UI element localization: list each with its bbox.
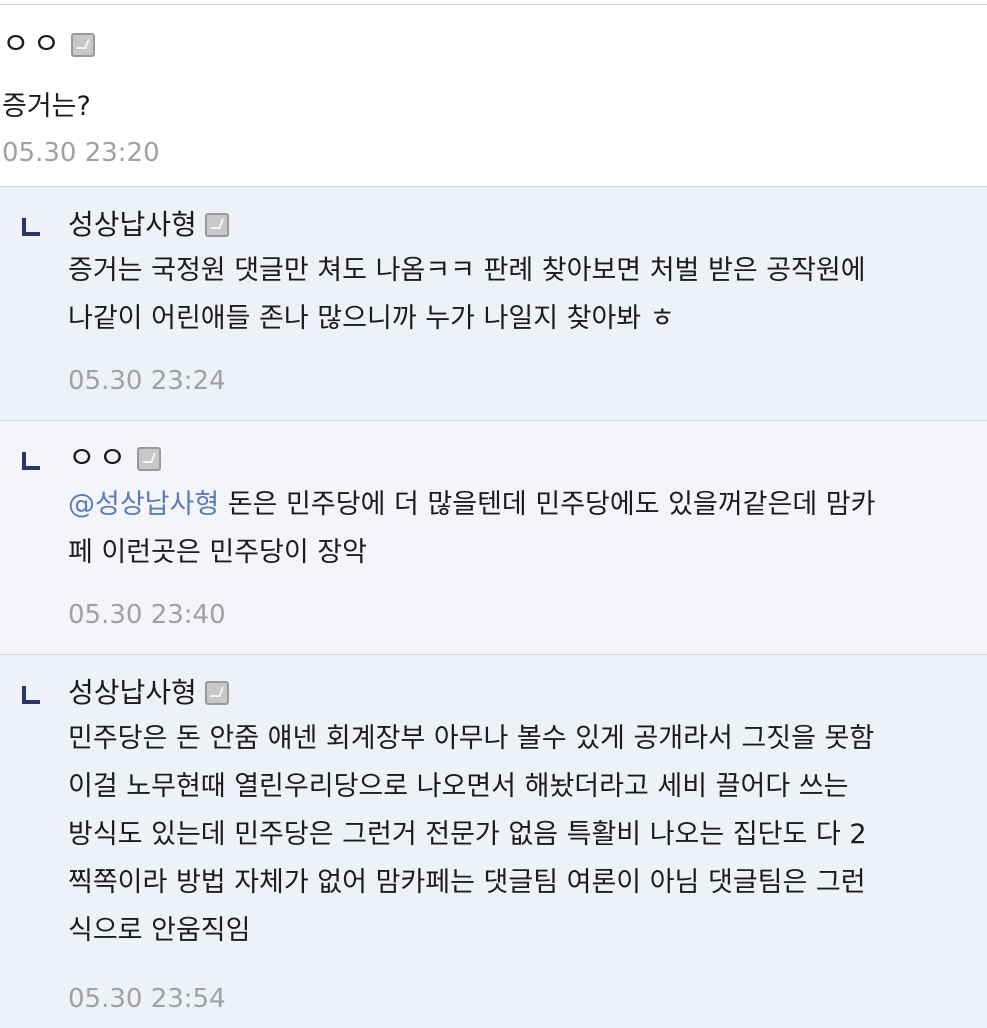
member-badge-icon <box>71 33 96 57</box>
reply-text: @성상납사형 돈은 민주당에 더 많을텐데 민주당에도 있을꺼같은데 맘카 페 … <box>68 481 987 577</box>
comment-header: ㅇㅇ <box>2 27 96 63</box>
reply-timestamp: 05.30 23:40 <box>68 600 226 630</box>
reply-header: ㅇㅇ <box>68 441 162 477</box>
reply: ㅇㅇ @성상납사형 돈은 민주당에 더 많을텐데 민주당에도 있을꺼같은데 맘카… <box>0 421 987 655</box>
reply: 성상납사형 민주당은 돈 안줌 얘넨 회계장부 아무나 볼수 있게 공개라서 그… <box>0 655 987 1028</box>
reply-text-line: 페 이런곳은 민주당이 장악 <box>68 537 367 568</box>
comment: ㅇㅇ 증거는? 05.30 23:20 <box>0 5 987 187</box>
reply-nickname[interactable]: 성상납사형 <box>68 675 197 711</box>
comment-text: 증거는? <box>2 91 91 122</box>
mention-link[interactable]: @성상납사형 <box>68 489 219 520</box>
reply-text-line: 증거는 국정원 댓글만 쳐도 나옴ㅋㅋ 판례 찾아보면 처벌 받은 공작원에 <box>68 255 866 286</box>
reply-timestamp: 05.30 23:24 <box>68 366 226 396</box>
reply-text: 증거는 국정원 댓글만 쳐도 나옴ㅋㅋ 판례 찾아보면 처벌 받은 공작원에 나… <box>68 247 987 343</box>
reply-header: 성상납사형 <box>68 207 229 243</box>
reply-arrow-icon <box>22 686 40 704</box>
reply-text-segment: 돈은 민주당에 더 많을텐데 민주당에도 있을꺼같은데 맘카 <box>219 489 876 520</box>
reply-arrow-icon <box>22 218 40 236</box>
member-badge-icon <box>204 681 229 705</box>
reply-nickname[interactable]: 성상납사형 <box>68 207 197 243</box>
member-badge-icon <box>204 213 229 237</box>
reply: 성상납사형 증거는 국정원 댓글만 쳐도 나옴ㅋㅋ 판례 찾아보면 처벌 받은 … <box>0 187 987 421</box>
comment-thread: ㅇㅇ 증거는? 05.30 23:20 성상납사형 증거는 국정원 댓글만 쳐도… <box>0 0 987 1028</box>
comment-nickname[interactable]: ㅇㅇ <box>2 27 63 63</box>
comment-timestamp: 05.30 23:20 <box>2 138 160 168</box>
member-badge-icon <box>137 447 162 471</box>
reply-text-line: 방식도 있는데 민주당은 그런거 전문가 없음 특활비 나오는 집단도 다 2 <box>68 819 867 850</box>
reply-timestamp: 05.30 23:54 <box>68 984 226 1014</box>
reply-text-line: 나같이 어린애들 존나 많으니까 누가 나일지 찾아봐 ㅎ <box>68 303 675 334</box>
reply-text: 민주당은 돈 안줌 얘넨 회계장부 아무나 볼수 있게 공개라서 그짓을 못함 … <box>68 715 987 955</box>
reply-text-line: 식으로 안움직임 <box>68 915 251 946</box>
reply-text-line: @성상납사형 돈은 민주당에 더 많을텐데 민주당에도 있을꺼같은데 맘카 <box>68 481 987 529</box>
reply-header: 성상납사형 <box>68 675 229 711</box>
reply-text-line: 찍쪽이라 방법 자체가 없어 맘카페는 댓글팀 여론이 아님 댓글팀은 그런 <box>68 867 866 898</box>
reply-text-line: 이걸 노무현때 열린우리당으로 나오면서 해놨더라고 세비 끌어다 쓰는 <box>68 771 849 802</box>
reply-arrow-icon <box>22 452 40 470</box>
reply-nickname[interactable]: ㅇㅇ <box>68 441 129 477</box>
reply-text-line: 민주당은 돈 안줌 얘넨 회계장부 아무나 볼수 있게 공개라서 그짓을 못함 <box>68 723 875 754</box>
